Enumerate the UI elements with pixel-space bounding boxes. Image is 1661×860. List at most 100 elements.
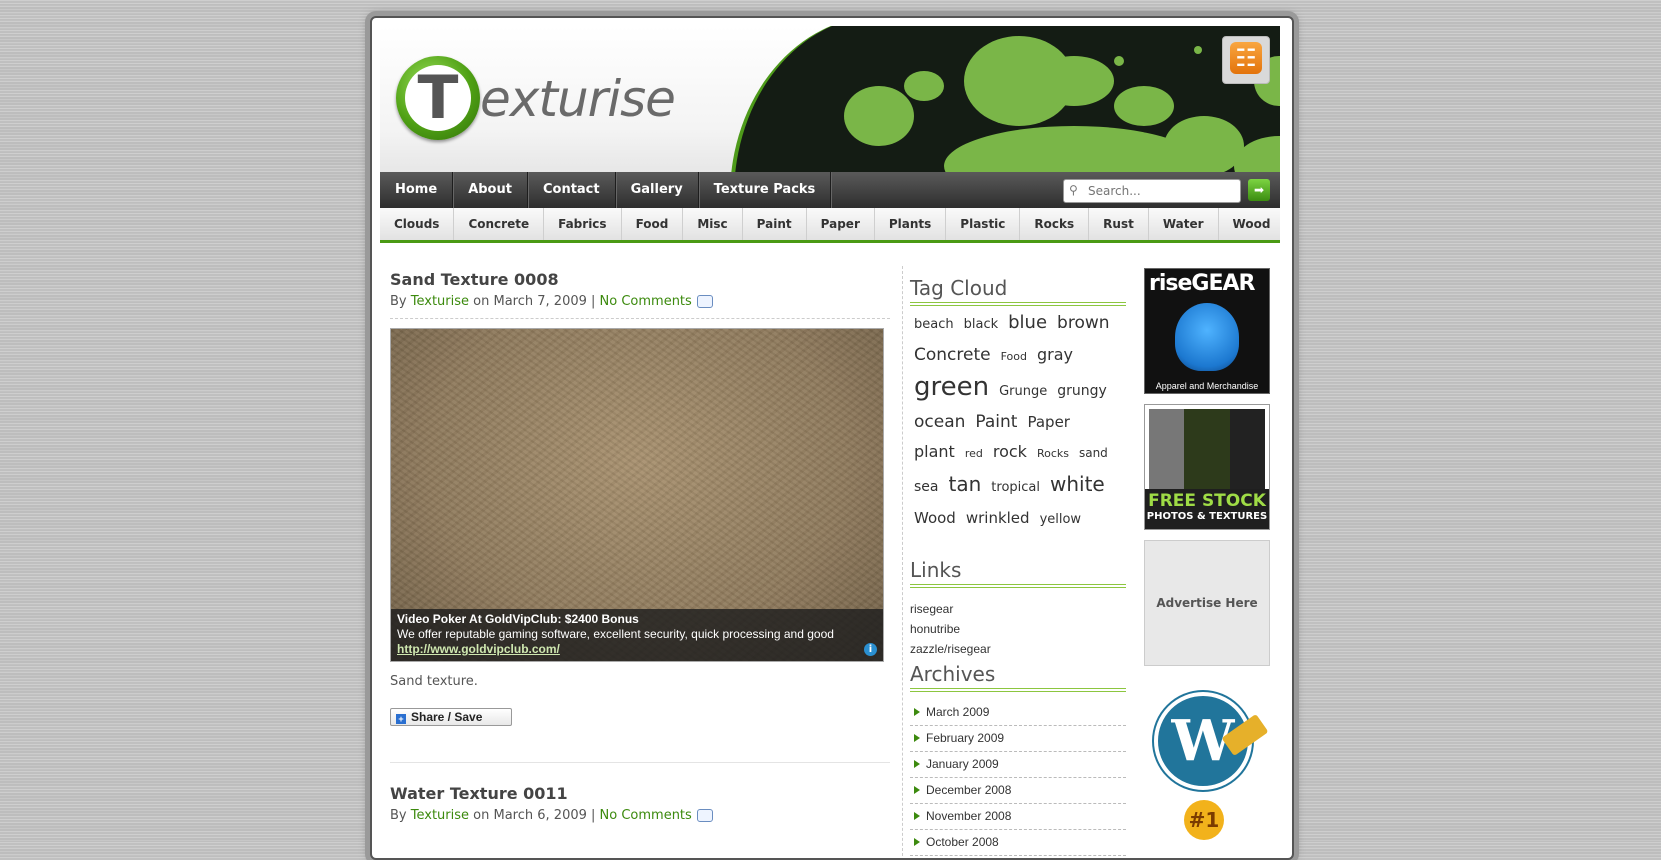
archive-item[interactable]: October 2008 xyxy=(910,830,1126,856)
tag-link[interactable]: green xyxy=(914,372,989,402)
tag-link[interactable]: ocean xyxy=(914,407,965,437)
post-meta: By Texturise on March 7, 2009 | No Comme… xyxy=(390,294,713,309)
tag-link[interactable]: Concrete xyxy=(914,340,991,370)
splash-blob xyxy=(904,71,944,101)
archives-heading: Archives xyxy=(910,662,1126,692)
main-nav: Home About Contact Gallery Texture Packs… xyxy=(380,172,1280,208)
page-inner: T exturise ☷ Home About Contact Gallery … xyxy=(380,26,1280,856)
category-plants[interactable]: Plants xyxy=(875,208,947,240)
tag-link[interactable]: rock xyxy=(993,437,1027,467)
tag-link[interactable]: gray xyxy=(1037,340,1073,370)
wordpress-badge[interactable]: W xyxy=(1144,688,1269,790)
splash-blob xyxy=(1034,56,1114,106)
archive-item[interactable]: March 2009 xyxy=(910,700,1126,726)
tag-link[interactable]: plant xyxy=(914,437,955,467)
arrow-right-icon xyxy=(914,812,920,820)
tag-link[interactable]: Paint xyxy=(975,407,1017,437)
tag-link[interactable]: sand xyxy=(1079,438,1108,468)
tag-link[interactable]: blue xyxy=(1008,308,1047,338)
search-input[interactable] xyxy=(1086,182,1238,200)
archive-item[interactable]: December 2008 xyxy=(910,778,1126,804)
category-paper[interactable]: Paper xyxy=(807,208,875,240)
logo-text: exturise xyxy=(480,70,676,128)
tag-link[interactable]: Grunge xyxy=(999,377,1047,407)
risegear-banner[interactable]: riseGEAR Apparel and Merchandise xyxy=(1144,268,1270,394)
ad-info-icon[interactable]: i xyxy=(864,643,877,656)
tag-link[interactable]: Rocks xyxy=(1037,439,1069,469)
post-title[interactable]: Water Texture 0011 xyxy=(390,784,568,803)
nav-texture-packs[interactable]: Texture Packs xyxy=(699,172,832,208)
tag-link[interactable]: wrinkled xyxy=(966,503,1030,533)
post-author-link[interactable]: Texturise xyxy=(411,294,469,309)
category-clouds[interactable]: Clouds xyxy=(380,208,455,240)
category-misc[interactable]: Misc xyxy=(683,208,743,240)
archive-item[interactable]: January 2009 xyxy=(910,752,1126,778)
category-wood[interactable]: Wood xyxy=(1219,208,1280,240)
plus-icon: + xyxy=(396,714,406,724)
category-rocks[interactable]: Rocks xyxy=(1020,208,1090,240)
comment-bubble-icon xyxy=(696,809,713,822)
site-logo[interactable]: T exturise xyxy=(396,56,746,146)
share-save-button[interactable]: + Share / Save xyxy=(390,708,512,726)
post-author-link[interactable]: Texturise xyxy=(411,808,469,823)
post-date: on March 7, 2009 | xyxy=(473,294,596,309)
rss-icon: ☷ xyxy=(1230,42,1262,74)
category-plastic[interactable]: Plastic xyxy=(946,208,1021,240)
tag-link[interactable]: sea xyxy=(914,472,939,502)
comment-bubble-icon xyxy=(696,295,713,308)
tag-link[interactable]: Food xyxy=(1001,342,1027,372)
tag-link[interactable]: yellow xyxy=(1040,505,1082,535)
post-comments-link[interactable]: No Comments xyxy=(600,294,692,309)
search-box: ⚲ xyxy=(1063,179,1241,203)
tag-link[interactable]: black xyxy=(964,310,999,340)
paint-splash-banner xyxy=(730,26,1280,172)
post-by: By xyxy=(390,808,407,823)
advertise-here-box[interactable]: Advertise Here xyxy=(1144,540,1270,666)
category-concrete[interactable]: Concrete xyxy=(454,208,545,240)
post-title[interactable]: Sand Texture 0008 xyxy=(390,270,559,289)
sidebar-divider xyxy=(902,266,903,856)
archive-label: November 2008 xyxy=(926,809,1012,823)
tag-link[interactable]: red xyxy=(965,439,983,469)
free-stock-subtitle: PHOTOS & TEXTURES xyxy=(1146,511,1268,522)
category-paint[interactable]: Paint xyxy=(743,208,807,240)
tag-link[interactable]: Wood xyxy=(914,503,956,533)
search-submit-button[interactable]: ➡ xyxy=(1248,179,1270,201)
link-risegear[interactable]: risegear xyxy=(910,602,953,616)
tag-link[interactable]: Paper xyxy=(1027,407,1069,437)
tag-link[interactable]: beach xyxy=(914,310,954,340)
ad-title[interactable]: Video Poker At GoldVipClub: $2400 Bonus xyxy=(397,612,639,626)
post-comments-link[interactable]: No Comments xyxy=(600,808,692,823)
archive-item[interactable]: November 2008 xyxy=(910,804,1126,830)
nav-home[interactable]: Home xyxy=(380,172,454,208)
tag-cloud-heading: Tag Cloud xyxy=(910,276,1126,306)
category-fabrics[interactable]: Fabrics xyxy=(544,208,622,240)
rss-button[interactable]: ☷ xyxy=(1222,36,1270,84)
tag-link[interactable]: tropical xyxy=(991,473,1040,503)
link-honutribe[interactable]: honutribe xyxy=(910,622,960,636)
link-zazzle-risegear[interactable]: zazzle/risegear xyxy=(910,642,991,656)
nav-contact[interactable]: Contact xyxy=(528,172,616,208)
tag-link[interactable]: white xyxy=(1050,469,1105,499)
tag-link[interactable]: brown xyxy=(1057,308,1110,338)
category-water[interactable]: Water xyxy=(1149,208,1219,240)
post-image-sand-texture[interactable]: Video Poker At GoldVipClub: $2400 Bonus … xyxy=(390,328,884,662)
arrow-right-icon xyxy=(914,734,920,742)
tag-link[interactable]: grungy xyxy=(1057,376,1107,406)
free-stock-banner[interactable]: FREE STOCK PHOTOS & TEXTURES xyxy=(1144,404,1270,530)
tag-link[interactable]: tan xyxy=(949,469,982,499)
nav-about[interactable]: About xyxy=(453,172,528,208)
nav-gallery[interactable]: Gallery xyxy=(616,172,699,208)
category-food[interactable]: Food xyxy=(622,208,684,240)
ad-overlay[interactable]: Video Poker At GoldVipClub: $2400 Bonus … xyxy=(391,609,883,661)
archive-item[interactable]: February 2009 xyxy=(910,726,1126,752)
free-stock-band: FREE STOCK PHOTOS & TEXTURES xyxy=(1145,489,1269,529)
post-date: on March 6, 2009 | xyxy=(473,808,596,823)
ranking-badge[interactable]: #1 xyxy=(1144,798,1268,840)
ad-url-link[interactable]: http://www.goldvipclub.com/ xyxy=(397,642,560,656)
share-label: Share / Save xyxy=(411,710,483,724)
post-body-text: Sand texture. xyxy=(390,674,478,689)
category-rust[interactable]: Rust xyxy=(1089,208,1149,240)
links-heading: Links xyxy=(910,558,1126,588)
squid-mascot-icon xyxy=(1175,303,1239,371)
